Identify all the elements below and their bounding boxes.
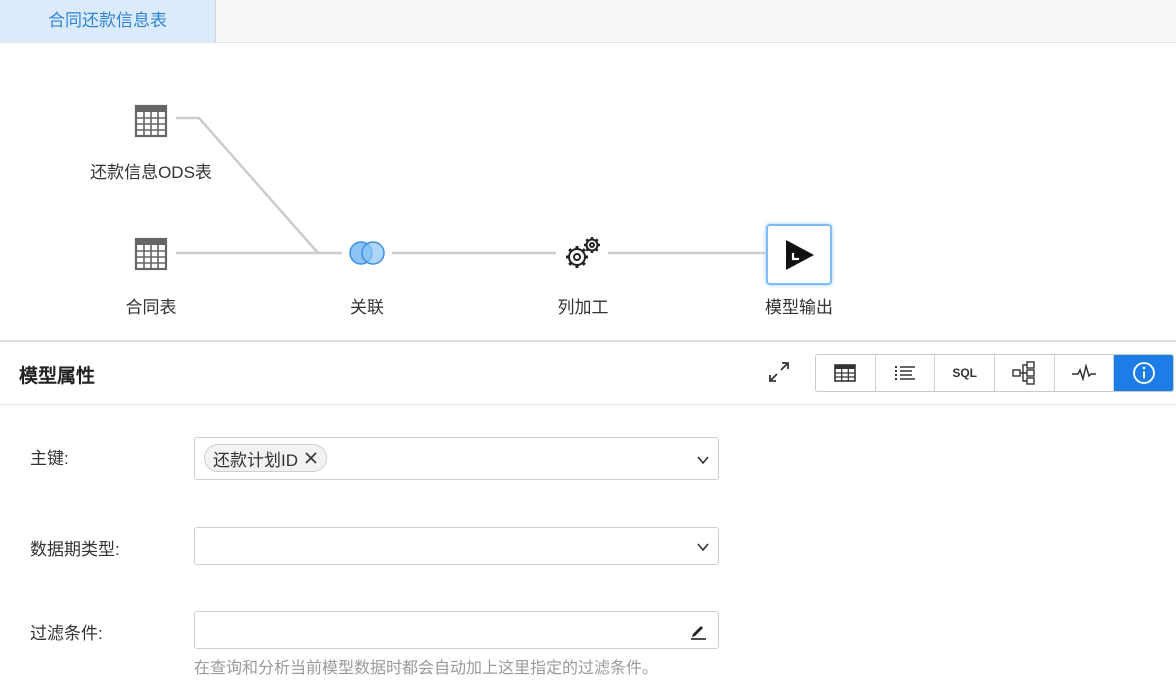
expand-button[interactable] <box>766 359 792 385</box>
properties-toolbar: SQL <box>815 354 1174 392</box>
filter-hint: 在查询和分析当前模型数据时都会自动加上这里指定的过滤条件。 <box>194 660 659 677</box>
remove-tag-icon[interactable] <box>304 451 318 465</box>
edit-pencil-icon[interactable] <box>688 621 708 641</box>
info-view-button[interactable] <box>1114 355 1173 391</box>
node-model-output[interactable] <box>766 224 832 285</box>
primary-key-select[interactable]: 还款计划ID <box>194 437 719 480</box>
properties-header: 模型属性 SQL <box>0 342 1176 405</box>
chevron-down-icon[interactable] <box>696 540 710 554</box>
filter-input[interactable] <box>194 611 719 649</box>
output-play-icon <box>786 240 814 270</box>
stats-view-button[interactable] <box>1054 355 1115 391</box>
primary-key-label: 主键: <box>30 449 69 468</box>
node-label-join: 关联 <box>350 298 384 317</box>
primary-key-tag: 还款计划ID <box>204 444 327 472</box>
lineage-view-button[interactable] <box>995 355 1055 391</box>
sql-label: SQL <box>952 366 978 380</box>
table-view-button[interactable] <box>816 355 876 391</box>
hierarchy-icon <box>1012 361 1036 385</box>
node-repay-ods[interactable] <box>134 104 168 138</box>
period-type-select[interactable] <box>194 527 719 565</box>
tab-contract-repayment[interactable]: 合同还款信息表 <box>0 0 216 42</box>
table-icon <box>134 104 168 138</box>
grid-table-icon <box>834 364 857 382</box>
node-label-contract: 合同表 <box>125 298 177 317</box>
node-label-model-output: 模型输出 <box>765 298 833 317</box>
node-column-process[interactable] <box>563 235 603 271</box>
info-icon <box>1132 362 1155 384</box>
tab-bar: 合同还款信息表 <box>0 0 1176 43</box>
list-view-button[interactable] <box>875 355 936 391</box>
node-contract[interactable] <box>134 237 168 271</box>
node-join[interactable] <box>346 239 388 267</box>
filter-label: 过滤条件: <box>30 624 103 643</box>
pulse-icon <box>1072 364 1097 382</box>
model-flow-canvas: 还款信息ODS表 合同表 关联 列加工 模型输出 <box>0 43 1176 340</box>
edge-ods-to-join <box>176 116 319 254</box>
node-label-repay-ods: 还款信息ODS表 <box>90 163 212 182</box>
list-icon <box>895 366 915 380</box>
chevron-down-icon[interactable] <box>696 453 710 467</box>
table-icon <box>134 237 168 271</box>
join-circles-icon <box>349 241 385 265</box>
node-label-column-process: 列加工 <box>557 298 609 317</box>
primary-key-tag-label: 还款计划ID <box>213 450 298 470</box>
gears-icon <box>566 237 600 268</box>
period-type-label: 数据期类型: <box>30 540 120 559</box>
sql-view-button[interactable]: SQL <box>935 355 996 391</box>
expand-icon <box>769 362 789 382</box>
properties-title: 模型属性 <box>19 366 96 387</box>
